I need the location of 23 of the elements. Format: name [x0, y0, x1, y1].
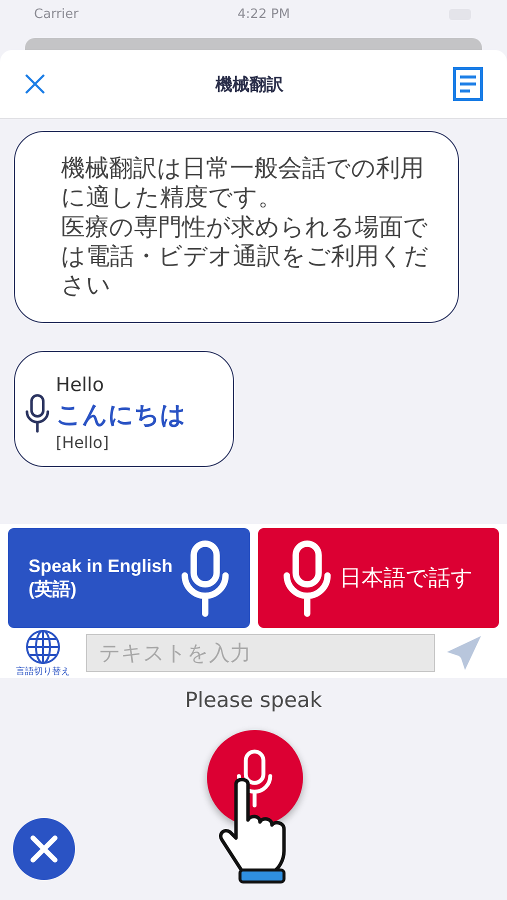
- paper-plane-icon: [445, 634, 483, 672]
- close-button[interactable]: [24, 73, 46, 95]
- close-icon: [30, 835, 58, 863]
- text-input[interactable]: テキストを入力: [86, 634, 435, 672]
- speak-button[interactable]: Speak in English (英語): [8, 528, 250, 628]
- window-title: 機械翻訳: [216, 74, 284, 96]
- document-button[interactable]: [453, 67, 483, 101]
- globe-icon: [25, 628, 61, 664]
- microphone-icon: [283, 539, 332, 617]
- microphone-icon: [25, 393, 50, 434]
- source-text: Hello: [56, 374, 105, 396]
- notice-text: 機械翻訳は日常一般会話での利用に適した精度です。: [61, 154, 425, 213]
- translation-text: こんにちは: [56, 399, 186, 432]
- back-translation-text: [Hello]: [56, 433, 110, 452]
- microphone-icon: [180, 539, 229, 617]
- prompt-text: Please speak: [184, 688, 322, 712]
- language-switch-button[interactable]: 言語切り替え: [10, 628, 76, 678]
- notice-text: 医療の専門性が求められる場面では電話・ビデオ通訳をご利用ください: [61, 212, 430, 300]
- document-icon: [453, 67, 483, 101]
- clock-time: 4:22 PM: [238, 6, 290, 22]
- carrier-label: Carrier: [34, 6, 78, 22]
- speak-button[interactable]: 日本語で話す: [258, 528, 499, 628]
- close-icon: [24, 73, 46, 95]
